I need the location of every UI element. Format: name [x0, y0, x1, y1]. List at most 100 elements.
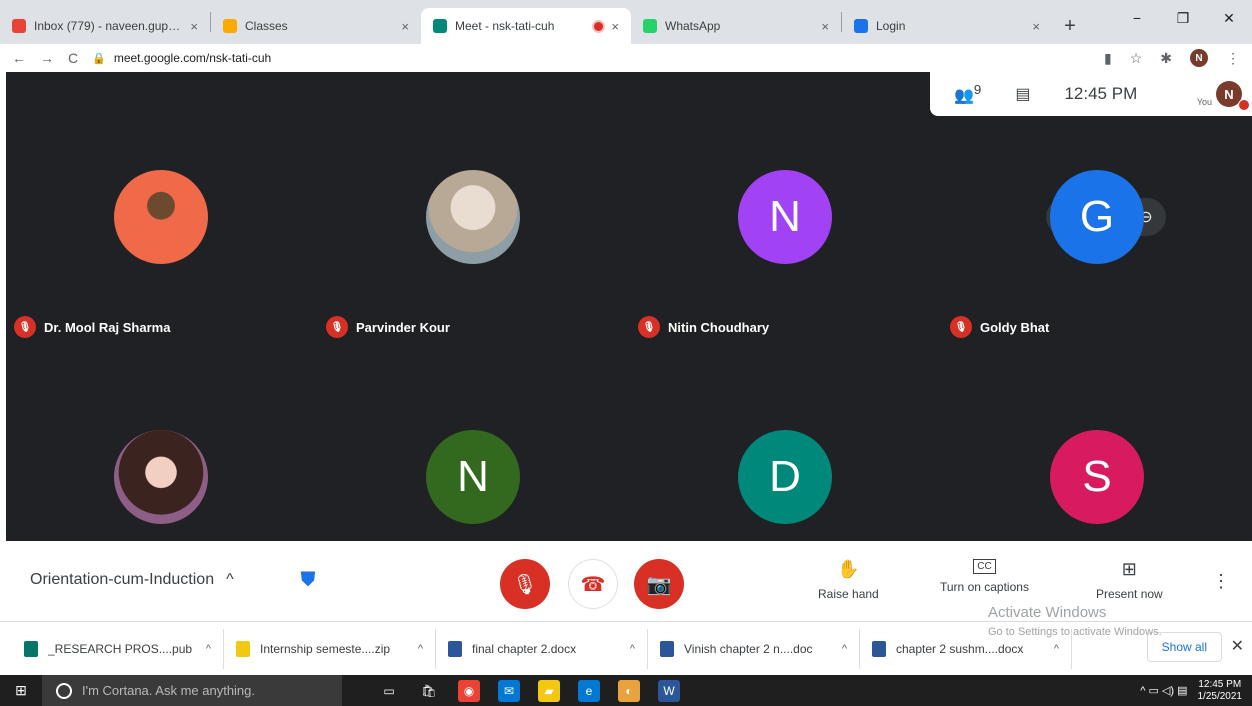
download-item[interactable]: final chapter 2.docx ^: [436, 628, 648, 669]
close-tab-icon[interactable]: ×: [190, 19, 198, 34]
camera-indicator-icon[interactable]: ▮: [1104, 50, 1112, 67]
extensions-icon[interactable]: ✱: [1160, 50, 1172, 67]
download-options-icon[interactable]: ^: [418, 643, 423, 655]
chevron-up-icon: ^: [226, 571, 234, 588]
close-window-button[interactable]: ✕: [1206, 0, 1252, 36]
restore-button[interactable]: ❐: [1160, 0, 1206, 36]
browser-tab[interactable]: Meet - nsk-tati-cuh ×: [421, 8, 631, 44]
activate-windows-hint: Go to Settings to activate Windows.: [988, 626, 1162, 638]
download-item[interactable]: Vinish chapter 2 n....doc ^: [648, 628, 860, 669]
participant-name: Goldy Bhat: [980, 319, 1050, 335]
download-options-icon[interactable]: ^: [630, 643, 635, 655]
browser-tab[interactable]: Classes ×: [211, 8, 421, 44]
camera-toggle-button[interactable]: 📷: [634, 559, 684, 609]
close-tab-icon[interactable]: ×: [401, 19, 409, 34]
download-options-icon[interactable]: ^: [206, 643, 211, 655]
download-options-icon[interactable]: ^: [1054, 643, 1059, 655]
file-type-icon: [660, 640, 674, 657]
minimize-button[interactable]: −: [1114, 0, 1160, 36]
reload-button[interactable]: C: [68, 50, 78, 66]
bookmark-star-icon[interactable]: ☆: [1130, 50, 1143, 67]
captions-label: Turn on captions: [940, 580, 1029, 594]
cortana-search-box[interactable]: I'm Cortana. Ask me anything.: [42, 675, 342, 706]
browser-menu-icon[interactable]: ⋮: [1226, 50, 1240, 67]
hand-icon: ✋: [837, 559, 860, 579]
chat-icon[interactable]: ▤: [1015, 84, 1030, 104]
close-tab-icon[interactable]: ×: [611, 19, 619, 34]
participant-avatar: N: [738, 170, 832, 264]
meeting-clock: 12:45 PM: [1064, 84, 1138, 103]
taskbar-app-icon[interactable]: ▰: [538, 679, 560, 702]
back-button[interactable]: ←: [12, 50, 26, 66]
browser-tab[interactable]: Inbox (779) - naveen.gupta@ ×: [0, 8, 210, 44]
present-now-button[interactable]: ⊞ Present now: [1096, 559, 1163, 601]
avatar-initial: S: [1082, 452, 1112, 501]
tray-time: 12:45 PM: [1198, 678, 1242, 690]
participant-name-label: 🎙 Parvinder Kour: [326, 316, 450, 338]
self-view[interactable]: You N: [1197, 81, 1250, 111]
avatar-initial: D: [769, 452, 801, 501]
hangup-button[interactable]: ☎: [568, 559, 618, 609]
profile-avatar[interactable]: N: [1190, 49, 1208, 67]
participant-name: Parvinder Kour: [356, 319, 450, 335]
tray-icons[interactable]: ^ ▭ ◁) ▤: [1140, 684, 1187, 697]
participant-tile[interactable]: G 🎙 Goldy Bhat: [942, 124, 1252, 338]
tray-clock[interactable]: 12:45 PM 1/25/2021: [1198, 679, 1243, 703]
forward-button[interactable]: →: [40, 50, 54, 66]
taskbar-app-icon[interactable]: e: [578, 679, 600, 702]
more-options-icon[interactable]: ⋮: [1212, 571, 1230, 592]
participant-tile[interactable]: 🎙 Dr. Mool Raj Sharma: [6, 124, 316, 338]
participant-name-label: 🎙 Nitin Choudhary: [638, 316, 769, 338]
browser-tab[interactable]: Login ×: [842, 8, 1052, 44]
captions-button[interactable]: CC Turn on captions: [940, 559, 1029, 594]
taskbar-app-icon[interactable]: 🛍: [418, 680, 440, 702]
meet-video-grid: 👥9 ▤ 12:45 PM You N ⊥ G ⊖ 🎙Dr. Mool Raj …: [6, 72, 1252, 541]
participant-name-label: 🎙 Goldy Bhat: [950, 316, 1049, 338]
participant-name-label: 🎙 Dr. Mool Raj Sharma: [14, 316, 170, 338]
participant-avatar: N: [426, 430, 520, 524]
browser-tab[interactable]: WhatsApp ×: [631, 8, 841, 44]
participant-avatar: [114, 430, 208, 524]
participant-avatar: [114, 170, 208, 264]
meeting-details-button[interactable]: Orientation-cum-Induction ^: [30, 571, 234, 589]
captions-icon: CC: [973, 559, 996, 574]
tab-favicon-icon: [854, 19, 868, 33]
download-item[interactable]: _RESEARCH PROS....pub ^: [12, 628, 224, 669]
close-tab-icon[interactable]: ×: [821, 19, 829, 34]
people-count: 9: [973, 82, 982, 98]
muted-mic-icon: 🎙: [950, 316, 972, 338]
shield-icon[interactable]: ⛊: [296, 567, 320, 593]
meet-top-info-bar: 👥9 ▤ 12:45 PM You N: [930, 72, 1252, 116]
file-type-icon: [872, 640, 886, 657]
download-item[interactable]: Internship semeste....zip ^: [224, 628, 436, 669]
mic-toggle-button[interactable]: 🎙: [500, 559, 550, 609]
people-icon: 👥: [954, 87, 974, 105]
mic-off-icon: 🎙: [512, 573, 538, 596]
download-options-icon[interactable]: ^: [842, 643, 847, 655]
taskbar-app-icon[interactable]: ◐: [618, 679, 640, 702]
taskbar-app-icon[interactable]: ▭: [378, 680, 400, 702]
new-tab-button[interactable]: +: [1052, 8, 1088, 44]
muted-mic-icon: 🎙: [638, 316, 660, 338]
taskbar-app-icon[interactable]: ◉: [458, 679, 480, 702]
close-tab-icon[interactable]: ×: [1032, 19, 1040, 34]
camera-off-icon: 📷: [646, 573, 672, 596]
raise-hand-button[interactable]: ✋ Raise hand: [818, 559, 879, 601]
address-bar[interactable]: 🔒 meet.google.com/nsk-tati-cuh: [92, 51, 1090, 65]
start-button[interactable]: ⊞: [0, 675, 42, 706]
people-button[interactable]: 👥9: [954, 82, 981, 105]
muted-mic-icon: 🎙: [326, 316, 348, 338]
download-file-name: Internship semeste....zip: [260, 641, 391, 656]
url-text: meet.google.com/nsk-tati-cuh: [113, 51, 272, 65]
close-downloads-icon[interactable]: ✕: [1231, 636, 1244, 656]
participant-name: Nitin Choudhary: [668, 319, 770, 335]
tab-title: Login: [876, 19, 906, 33]
participant-tile[interactable]: 🎙 Parvinder Kour: [318, 124, 628, 338]
download-file-name: Vinish chapter 2 n....doc: [684, 641, 813, 656]
taskbar-app-icon[interactable]: ✉: [498, 679, 520, 702]
phone-hangup-icon: ☎: [580, 573, 606, 596]
taskbar-app-icon[interactable]: W: [658, 679, 680, 702]
participant-tile[interactable]: N 🎙 Nitin Choudhary: [630, 124, 940, 338]
participant-avatar: D: [738, 430, 832, 524]
system-tray: ^ ▭ ◁) ▤ 12:45 PM 1/25/2021: [1140, 679, 1252, 703]
